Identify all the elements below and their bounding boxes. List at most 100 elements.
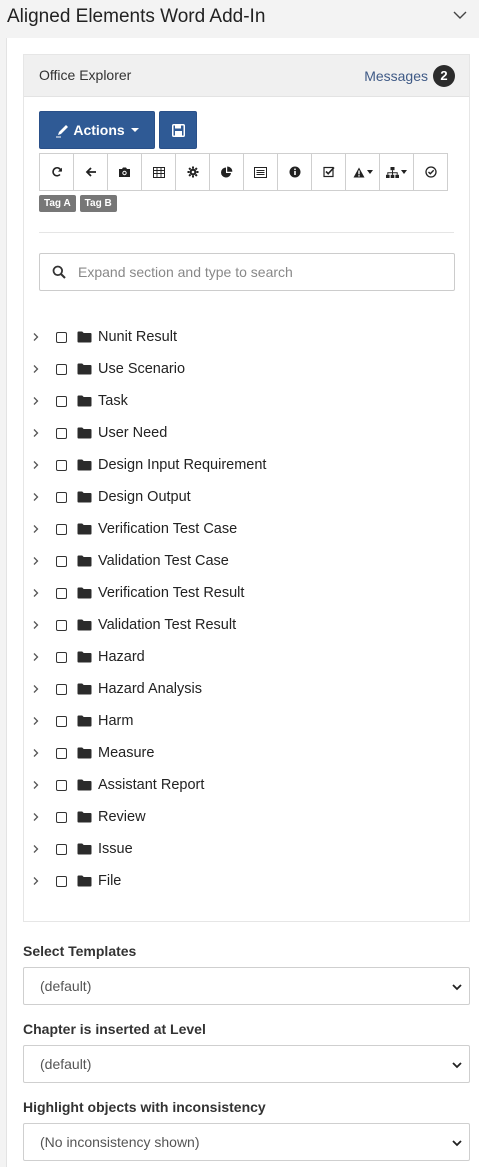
- tree-item-checkbox[interactable]: [56, 651, 67, 663]
- tree-item[interactable]: Design Output: [30, 481, 460, 513]
- folder-icon: [77, 491, 92, 503]
- table-button[interactable]: [141, 153, 176, 191]
- chevron-right-icon[interactable]: [30, 619, 42, 631]
- chevron-right-icon[interactable]: [30, 843, 42, 855]
- check-button[interactable]: [311, 153, 346, 191]
- tree-item-label: Hazard Analysis: [98, 681, 202, 697]
- save-icon: [171, 123, 185, 137]
- settings-button[interactable]: [175, 153, 210, 191]
- tree-item-checkbox[interactable]: [56, 587, 67, 599]
- tree-item-checkbox[interactable]: [56, 683, 67, 695]
- messages-link[interactable]: Messages 2: [364, 65, 455, 87]
- tree-item-checkbox[interactable]: [56, 715, 67, 727]
- folder-icon: [77, 331, 92, 343]
- chevron-right-icon[interactable]: [30, 427, 42, 439]
- tree-item-checkbox[interactable]: [56, 747, 67, 759]
- refresh-button[interactable]: [39, 153, 74, 191]
- tree-item-checkbox[interactable]: [56, 555, 67, 567]
- chevron-down-icon: [451, 1059, 463, 1071]
- snapshot-button[interactable]: [107, 153, 142, 191]
- level-label: Chapter is inserted at Level: [23, 1021, 206, 1037]
- back-button[interactable]: [73, 153, 108, 191]
- tree-item[interactable]: Hazard: [30, 641, 460, 673]
- tree-item-label: User Need: [98, 425, 168, 441]
- folder-icon: [77, 843, 92, 855]
- tree-item[interactable]: Issue: [30, 833, 460, 865]
- templates-select-value: (default): [40, 978, 92, 994]
- tree-item[interactable]: File: [30, 865, 460, 897]
- warning-dropdown-button[interactable]: [345, 153, 380, 191]
- chevron-right-icon[interactable]: [30, 395, 42, 407]
- tree-item-checkbox[interactable]: [56, 811, 67, 823]
- explorer-toolbar: [39, 153, 448, 191]
- task-pane: Office Explorer Messages 2 Actions Tag A…: [6, 38, 479, 1167]
- tree-item-checkbox[interactable]: [56, 843, 67, 855]
- level-select[interactable]: (default): [23, 1045, 470, 1083]
- folder-icon: [77, 459, 92, 471]
- tree-item[interactable]: Design Input Requirement: [30, 449, 460, 481]
- chevron-right-icon[interactable]: [30, 331, 42, 343]
- save-button[interactable]: [159, 111, 197, 149]
- chevron-right-icon[interactable]: [30, 555, 42, 567]
- chevron-right-icon[interactable]: [30, 683, 42, 695]
- tree-item-checkbox[interactable]: [56, 779, 67, 791]
- hierarchy-dropdown-button[interactable]: [379, 153, 414, 191]
- verify-button[interactable]: [413, 153, 448, 191]
- chevron-right-icon[interactable]: [30, 779, 42, 791]
- tree-item-checkbox[interactable]: [56, 459, 67, 471]
- inconsistency-select-value: (No inconsistency shown): [40, 1134, 200, 1150]
- chevron-right-icon[interactable]: [30, 715, 42, 727]
- tree-item[interactable]: Verification Test Result: [30, 577, 460, 609]
- chevron-right-icon[interactable]: [30, 491, 42, 503]
- tree-item[interactable]: Review: [30, 801, 460, 833]
- tree-item-label: Assistant Report: [98, 777, 205, 793]
- tree-item[interactable]: Measure: [30, 737, 460, 769]
- tree-item-checkbox[interactable]: [56, 427, 67, 439]
- primary-button-row: Actions: [39, 111, 197, 149]
- tag-b-badge[interactable]: Tag B: [79, 195, 117, 212]
- tree-item[interactable]: Task: [30, 385, 460, 417]
- tree-item-checkbox[interactable]: [56, 395, 67, 407]
- chevron-right-icon[interactable]: [30, 587, 42, 599]
- caret-down-icon: [366, 170, 373, 174]
- templates-select[interactable]: (default): [23, 967, 470, 1005]
- folder-icon: [77, 715, 92, 727]
- tree-item[interactable]: Nunit Result: [30, 321, 460, 353]
- chevron-right-icon[interactable]: [30, 875, 42, 887]
- tree-item-checkbox[interactable]: [56, 875, 67, 887]
- tree-item[interactable]: Assistant Report: [30, 769, 460, 801]
- list-view-button[interactable]: [243, 153, 278, 191]
- tree-item[interactable]: Use Scenario: [30, 353, 460, 385]
- chevron-right-icon[interactable]: [30, 747, 42, 759]
- tree-item[interactable]: Hazard Analysis: [30, 673, 460, 705]
- chart-button[interactable]: [209, 153, 244, 191]
- chevron-right-icon[interactable]: [30, 523, 42, 535]
- chevron-down-icon[interactable]: [451, 6, 469, 24]
- back-arrow-icon: [85, 166, 97, 178]
- chevron-right-icon[interactable]: [30, 459, 42, 471]
- tree-item[interactable]: Validation Test Case: [30, 545, 460, 577]
- tree-item-checkbox[interactable]: [56, 491, 67, 503]
- tree-item-checkbox[interactable]: [56, 363, 67, 375]
- tree-item[interactable]: Harm: [30, 705, 460, 737]
- actions-button[interactable]: Actions: [39, 111, 155, 149]
- explorer-header: Office Explorer Messages 2: [24, 55, 469, 97]
- tree-item-checkbox[interactable]: [56, 331, 67, 343]
- title-bar: Aligned Elements Word Add-In: [0, 0, 479, 38]
- tree-item-checkbox[interactable]: [56, 523, 67, 535]
- info-button[interactable]: [277, 153, 312, 191]
- inconsistency-select[interactable]: (No inconsistency shown): [23, 1123, 470, 1161]
- gear-icon: [187, 166, 199, 178]
- level-select-value: (default): [40, 1056, 92, 1072]
- chevron-right-icon[interactable]: [30, 363, 42, 375]
- search-input[interactable]: [78, 264, 438, 280]
- tree-item-label: Verification Test Case: [98, 521, 238, 537]
- divider: [39, 232, 454, 233]
- tree-item[interactable]: User Need: [30, 417, 460, 449]
- tag-a-badge[interactable]: Tag A: [39, 195, 76, 212]
- chevron-right-icon[interactable]: [30, 811, 42, 823]
- tree-item[interactable]: Verification Test Case: [30, 513, 460, 545]
- tree-item[interactable]: Validation Test Result: [30, 609, 460, 641]
- chevron-right-icon[interactable]: [30, 651, 42, 663]
- tree-item-checkbox[interactable]: [56, 619, 67, 631]
